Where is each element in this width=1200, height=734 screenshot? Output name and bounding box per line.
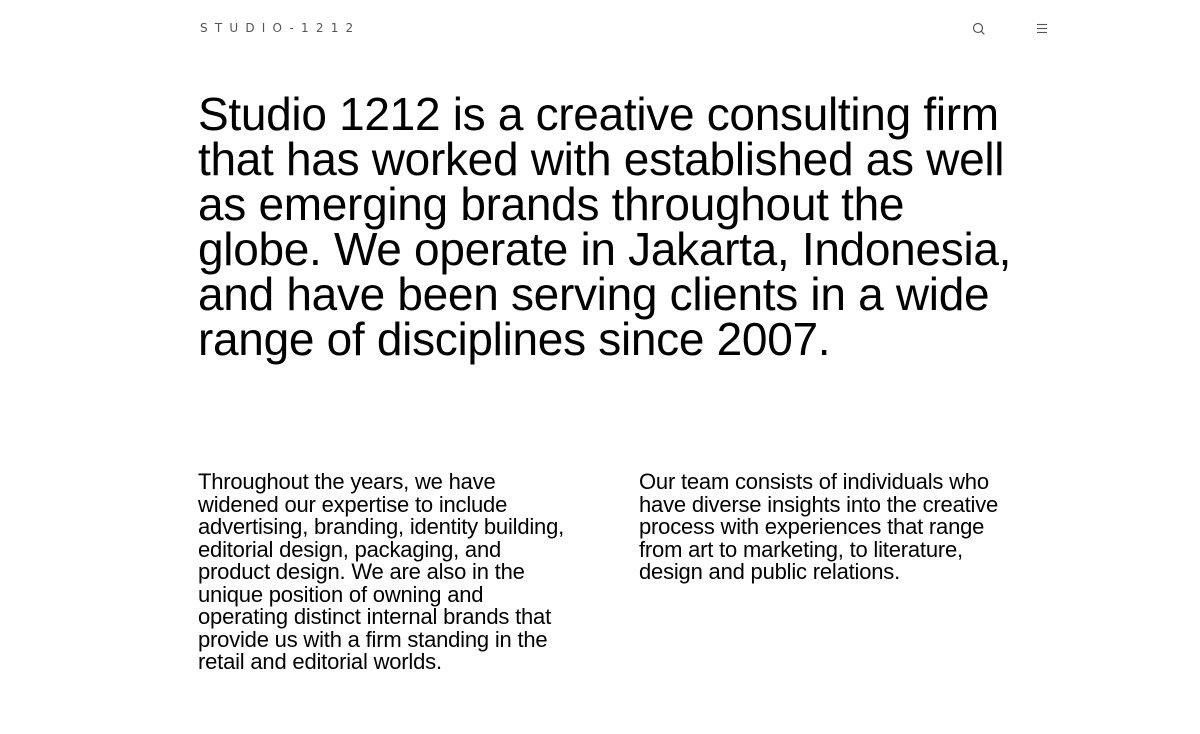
menu-button[interactable]	[1033, 20, 1051, 38]
hamburger-menu-icon	[1037, 23, 1047, 34]
search-button[interactable]	[970, 20, 988, 38]
hero-statement: Studio 1212 is a creative consulting fir…	[198, 88, 1012, 365]
site-logo[interactable]: STUDIO-1212	[200, 20, 360, 36]
about-paragraph-expertise: Throughout the years, we have widened ou…	[198, 469, 565, 674]
search-icon	[972, 22, 985, 35]
about-paragraph-team: Our team consists of individuals who hav…	[639, 469, 999, 584]
site-header: STUDIO-1212	[0, 0, 1200, 56]
